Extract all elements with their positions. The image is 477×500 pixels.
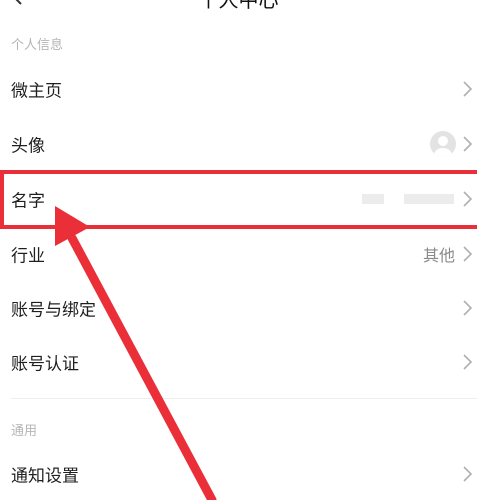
- chevron-right-icon: [463, 246, 473, 262]
- redacted-name-value: [404, 194, 454, 204]
- row-label: 微主页: [11, 81, 62, 102]
- chevron-right-icon: [463, 136, 473, 152]
- chevron-right-icon: [463, 466, 473, 482]
- row-account-verification[interactable]: 账号认证: [0, 335, 477, 389]
- chevron-right-icon: [463, 300, 473, 316]
- chevron-right-icon: [463, 354, 473, 370]
- top-bar: 个人中心: [0, 0, 477, 18]
- section-header-general: 通用: [11, 424, 38, 439]
- section-header-personal-info: 个人信息: [11, 38, 64, 53]
- divider: [11, 398, 477, 399]
- avatar-placeholder-icon: [434, 136, 452, 157]
- row-label: 账号认证: [11, 354, 79, 375]
- page-title: 个人中心: [198, 0, 279, 12]
- avatar: [430, 131, 456, 157]
- chevron-right-icon: [463, 81, 473, 97]
- chevron-right-icon: [463, 191, 473, 207]
- industry-value: 其他: [422, 246, 455, 265]
- row-avatar[interactable]: 头像: [0, 117, 477, 171]
- row-label: 通知设置: [11, 466, 79, 487]
- row-label: 行业: [11, 246, 45, 267]
- row-label: 账号与绑定: [11, 300, 96, 321]
- row-label: 名字: [11, 191, 45, 212]
- row-account-binding[interactable]: 账号与绑定: [0, 281, 477, 335]
- row-name[interactable]: 名字: [0, 172, 477, 226]
- row-notification-settings[interactable]: 通知设置: [0, 447, 477, 500]
- row-industry[interactable]: 行业 其他: [0, 227, 477, 281]
- row-label: 头像: [11, 136, 45, 157]
- redacted-name-value: [362, 194, 384, 204]
- row-micro-homepage[interactable]: 微主页: [0, 62, 477, 116]
